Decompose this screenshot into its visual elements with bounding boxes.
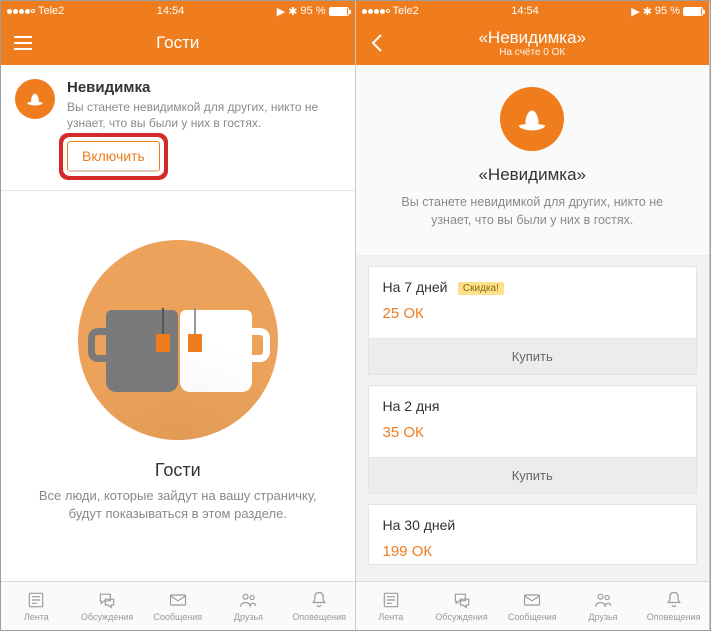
promo-title: Невидимка bbox=[67, 79, 341, 96]
tab-messages[interactable]: Сообщения bbox=[497, 582, 568, 630]
discount-badge: Скидка! bbox=[458, 282, 504, 295]
pricing-list: На 7 дней Скидка! 25 ОК Купить На 2 дня … bbox=[356, 256, 710, 581]
plan-price: 199 ОК bbox=[383, 543, 683, 560]
enable-button[interactable]: Включить bbox=[67, 141, 160, 172]
signal-icon bbox=[362, 9, 390, 14]
guests-empty-state: Гости Все люди, которые зайдут на вашу с… bbox=[1, 191, 355, 581]
plan-price: 35 ОК bbox=[383, 424, 683, 441]
page-title: «Невидимка» bbox=[356, 28, 710, 48]
page-title: Гости bbox=[1, 33, 355, 53]
buy-button[interactable]: Купить bbox=[369, 457, 697, 493]
bluetooth-icon: ✱ bbox=[288, 5, 297, 18]
guests-description: Все люди, которые зайдут на вашу странич… bbox=[31, 487, 325, 523]
tab-discussions[interactable]: Обсуждения bbox=[72, 582, 143, 630]
plan-duration: На 30 дней bbox=[383, 517, 456, 533]
carrier-label: Tele2 bbox=[38, 5, 64, 17]
battery-icon bbox=[683, 7, 703, 16]
tab-feed[interactable]: Лента bbox=[356, 582, 427, 630]
plan-card: На 30 дней 199 ОК bbox=[368, 504, 698, 565]
carrier-label: Tele2 bbox=[393, 5, 419, 17]
plan-price: 25 ОК bbox=[383, 305, 683, 322]
tab-friends[interactable]: Друзья bbox=[213, 582, 284, 630]
status-time: 14:54 bbox=[64, 5, 276, 17]
back-button[interactable] bbox=[366, 31, 390, 55]
hero-title: «Невидимка» bbox=[386, 165, 680, 185]
tab-bar: Лента Обсуждения Сообщения Друзья Оповещ… bbox=[1, 581, 355, 630]
guests-title: Гости bbox=[155, 460, 201, 481]
phone-guests: Tele2 14:54 ▶ ✱ 95 % Гости Невидимка Вы … bbox=[1, 1, 356, 630]
tab-bar: Лента Обсуждения Сообщения Друзья Оповещ… bbox=[356, 581, 710, 630]
mugs-illustration bbox=[78, 240, 278, 440]
tab-messages[interactable]: Сообщения bbox=[142, 582, 213, 630]
header-invisible: «Невидимка» На счёте 0 ОК bbox=[356, 21, 710, 65]
promo-description: Вы станете невидимкой для других, никто … bbox=[67, 99, 341, 131]
status-bar: Tele2 14:54 ▶ ✱ 95 % bbox=[1, 1, 355, 21]
signal-icon bbox=[7, 9, 35, 14]
menu-button[interactable] bbox=[11, 31, 35, 55]
tab-feed[interactable]: Лента bbox=[1, 582, 72, 630]
tab-friends[interactable]: Друзья bbox=[568, 582, 639, 630]
airplay-icon: ▶ bbox=[277, 5, 285, 18]
phone-invisible-purchase: Tele2 14:54 ▶ ✱ 95 % «Невидимка» На счёт… bbox=[356, 1, 711, 630]
tab-notifications[interactable]: Оповещения bbox=[284, 582, 355, 630]
plan-duration: На 2 дня bbox=[383, 398, 440, 414]
tab-discussions[interactable]: Обсуждения bbox=[426, 582, 497, 630]
invisible-promo-card: Невидимка Вы станете невидимкой для друг… bbox=[1, 65, 355, 191]
status-bar: Tele2 14:54 ▶ ✱ 95 % bbox=[356, 1, 710, 21]
status-time: 14:54 bbox=[419, 5, 631, 17]
header-guests: Гости bbox=[1, 21, 355, 65]
bluetooth-icon: ✱ bbox=[643, 5, 652, 18]
buy-button[interactable]: Купить bbox=[369, 338, 697, 374]
plan-duration: На 7 дней bbox=[383, 279, 448, 295]
tab-notifications[interactable]: Оповещения bbox=[638, 582, 709, 630]
battery-percent: 95 % bbox=[300, 5, 325, 17]
page-subtitle: На счёте 0 ОК bbox=[356, 48, 710, 58]
battery-icon bbox=[329, 7, 349, 16]
plan-card: На 2 дня 35 ОК Купить bbox=[368, 385, 698, 494]
invisible-hero: «Невидимка» Вы станете невидимкой для др… bbox=[356, 65, 710, 256]
hat-icon bbox=[15, 79, 55, 119]
hero-description: Вы станете невидимкой для других, никто … bbox=[386, 193, 680, 229]
plan-card: На 7 дней Скидка! 25 ОК Купить bbox=[368, 266, 698, 375]
battery-percent: 95 % bbox=[655, 5, 680, 17]
hat-icon bbox=[500, 87, 564, 151]
airplay-icon: ▶ bbox=[631, 5, 639, 18]
